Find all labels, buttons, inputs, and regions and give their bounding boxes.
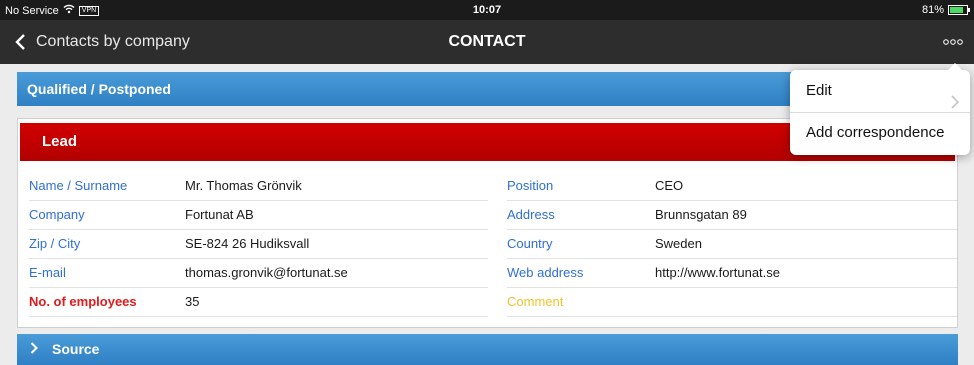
field-value: thomas.gronvik@fortunat.se [185, 265, 348, 280]
field-value: SE-824 26 Hudiksvall [185, 236, 310, 251]
battery-icon [948, 5, 970, 15]
field-row[interactable]: No. of employees 35 [29, 288, 488, 317]
field-row[interactable]: Comment [507, 288, 957, 317]
field-row[interactable]: Name / Surname Mr. Thomas Grönvik [29, 172, 488, 201]
field-label: Company [29, 207, 85, 222]
field-row[interactable]: Web address http://www.fortunat.se [507, 259, 957, 288]
field-value: 35 [185, 294, 200, 309]
more-icon [942, 37, 964, 54]
field-row[interactable]: Address Brunnsgatan 89 [507, 201, 957, 230]
chevron-right-icon [30, 334, 38, 365]
field-row[interactable]: Country Sweden [507, 230, 957, 259]
menu-item-edit[interactable]: Edit [790, 70, 970, 113]
page-title: CONTACT [448, 33, 526, 50]
source-bar[interactable]: Source [17, 334, 958, 365]
field-row[interactable]: Position CEO [507, 172, 957, 201]
field-value: http://www.fortunat.se [655, 265, 781, 280]
fields-right: Position CEO Address Brunnsgatan 89 Coun… [507, 172, 957, 317]
field-label: E-mail [29, 265, 66, 280]
lead-label: Lead [42, 133, 78, 150]
field-label: Name / Surname [29, 178, 128, 193]
fields-left: Name / Surname Mr. Thomas Grönvik Compan… [29, 172, 488, 317]
field-value: Sweden [655, 236, 702, 251]
menu-item-label: Add correspondence [806, 124, 945, 141]
source-label: Source [52, 341, 100, 357]
battery-percent: 81% [921, 4, 944, 16]
field-label: Comment [507, 294, 564, 309]
status-time: 10:07 [472, 4, 502, 16]
field-label: Address [507, 207, 555, 222]
more-button[interactable] [942, 34, 964, 50]
field-label: No. of employees [29, 294, 137, 309]
popover-arrow [948, 63, 962, 70]
chevron-right-icon [950, 84, 960, 109]
field-value: Fortunat AB [185, 207, 254, 222]
status-right: 81% [921, 4, 970, 16]
battery-fill [950, 7, 963, 13]
status-bar: No Service VPN 10:07 81% [0, 0, 974, 20]
field-value: Mr. Thomas Grönvik [185, 178, 302, 193]
field-label: Zip / City [29, 236, 81, 251]
field-label: Country [507, 236, 553, 251]
field-row[interactable]: Zip / City SE-824 26 Hudiksvall [29, 230, 488, 259]
nav-bar: Contacts by company CONTACT [0, 20, 974, 64]
field-label: Position [507, 178, 554, 193]
field-row[interactable]: Company Fortunat AB [29, 201, 488, 230]
actions-popover: Edit Add correspondence [790, 63, 970, 155]
field-row[interactable]: E-mail thomas.gronvik@fortunat.se [29, 259, 488, 288]
qualified-label: Qualified / Postponed [27, 81, 171, 97]
menu-item-add-correspondence[interactable]: Add correspondence [790, 112, 970, 154]
field-label: Web address [507, 265, 584, 280]
menu-item-label: Edit [806, 82, 832, 99]
field-value: Brunnsgatan 89 [655, 207, 747, 222]
field-value: CEO [655, 178, 684, 193]
